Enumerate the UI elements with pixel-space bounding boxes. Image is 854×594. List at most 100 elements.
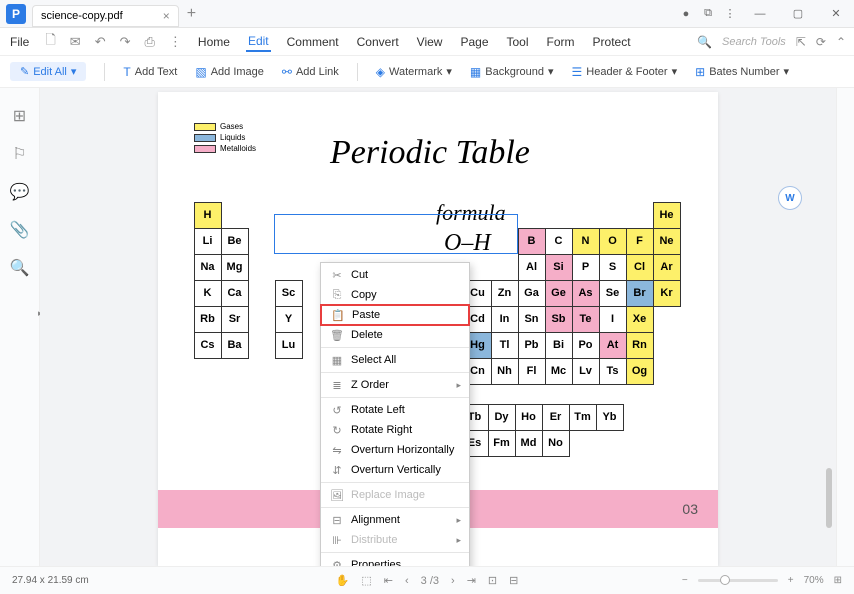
flip-h-icon: ⇋ — [329, 444, 345, 457]
menu-tool[interactable]: Tool — [505, 33, 531, 51]
share-icon[interactable]: ⧉ — [698, 2, 718, 26]
mail-icon[interactable]: ✉ — [70, 34, 81, 50]
element-empty — [275, 202, 303, 229]
element-Fm: Fm — [488, 430, 516, 457]
element-Al: Al — [518, 254, 546, 281]
menu-overflow-icon[interactable]: ⋮ — [720, 2, 740, 26]
view-mode-icon[interactable]: ⊞ — [834, 575, 842, 586]
menu-comment[interactable]: Comment — [285, 33, 341, 51]
search-input[interactable]: Search Tools — [722, 36, 786, 48]
ctx-delete-label: Delete — [351, 329, 383, 341]
zoom-value[interactable]: 70% — [804, 575, 824, 586]
next-page-icon[interactable]: › — [451, 575, 455, 587]
cloud-icon[interactable]: ⟳ — [816, 35, 826, 49]
redo-icon[interactable]: ↷ — [120, 34, 131, 50]
background-button[interactable]: ▦Background▾ — [470, 65, 554, 79]
tab-add-icon[interactable]: + — [187, 5, 196, 23]
hand-tool-icon[interactable]: ✋ — [336, 574, 350, 587]
element-empty — [275, 358, 303, 385]
element-Sr: Sr — [221, 306, 249, 333]
thumbnails-icon[interactable]: ⊞ — [13, 106, 26, 126]
menu-edit[interactable]: Edit — [246, 32, 271, 52]
element-S: S — [599, 254, 627, 281]
prev-page-icon[interactable]: ‹ — [405, 575, 409, 587]
word-badge-icon[interactable]: W — [778, 186, 802, 210]
element-empty — [248, 332, 276, 359]
vertical-scrollbar[interactable] — [826, 468, 832, 528]
element-empty — [653, 332, 681, 359]
rotate-right-icon: ↻ — [329, 424, 345, 437]
element-Ca: Ca — [221, 280, 249, 307]
ctx-overturn-v[interactable]: ⇵Overturn Vertically — [321, 460, 469, 480]
element-empty — [329, 202, 357, 229]
element-empty — [248, 228, 276, 255]
ctx-rotate-right-label: Rotate Right — [351, 424, 412, 436]
open-external-icon[interactable]: ⇱ — [796, 35, 806, 49]
select-tool-icon[interactable]: ⬚ — [361, 574, 371, 587]
print-icon[interactable]: ⎙ — [145, 34, 155, 50]
page-field[interactable]: 3 /3 — [421, 575, 439, 587]
element-Po: Po — [572, 332, 600, 359]
ctx-alignment[interactable]: ⊟Alignment▸ — [321, 510, 469, 530]
header-footer-button[interactable]: ☰Header & Footer▾ — [572, 65, 678, 79]
menu-form[interactable]: Form — [545, 33, 577, 51]
separator — [321, 347, 469, 348]
attachments-icon[interactable]: 📎 — [10, 220, 30, 240]
fit-page-icon[interactable]: ⊡ — [488, 574, 497, 587]
zoom-thumb[interactable] — [720, 575, 730, 585]
ctx-cut[interactable]: ✂Cut — [321, 265, 469, 285]
edit-all-button[interactable]: ✎Edit All▾ — [10, 62, 86, 81]
ctx-copy[interactable]: ⎘Copy — [321, 285, 469, 305]
menu-convert[interactable]: Convert — [355, 33, 401, 51]
search-icon[interactable]: 🔍 — [697, 35, 712, 49]
menu-protect[interactable]: Protect — [591, 33, 633, 51]
maximize-button[interactable]: ▢ — [780, 2, 816, 26]
add-text-button[interactable]: TAdd Text — [123, 65, 177, 79]
ctx-z-order[interactable]: ≣Z Order▸ — [321, 375, 469, 395]
undo-icon[interactable]: ↶ — [95, 34, 106, 50]
add-image-button[interactable]: ▧Add Image — [195, 65, 264, 79]
menu-page[interactable]: Page — [458, 33, 490, 51]
document-tab[interactable]: science-copy.pdf × — [32, 5, 179, 27]
zoom-in-icon[interactable]: + — [788, 575, 794, 586]
tab-close-icon[interactable]: × — [163, 9, 170, 23]
ctx-paste[interactable]: 📋Paste — [320, 304, 470, 326]
bates-button[interactable]: ⊞Bates Number▾ — [695, 65, 789, 79]
element-Tl: Tl — [491, 332, 519, 359]
menu-view[interactable]: View — [415, 33, 445, 51]
ctx-select-all[interactable]: ▦Select All — [321, 350, 469, 370]
zoom-slider[interactable] — [698, 579, 778, 582]
menu-file[interactable]: File — [8, 33, 31, 51]
menu-home[interactable]: Home — [196, 33, 232, 51]
legend-label-metalloids: Metalloids — [220, 144, 256, 153]
ctx-rotate-left[interactable]: ↺Rotate Left — [321, 400, 469, 420]
sidebar-right — [836, 88, 854, 566]
bookmarks-icon[interactable]: ⚐ — [12, 144, 26, 164]
minimize-button[interactable]: — — [742, 2, 778, 26]
comments-icon[interactable]: 💬 — [10, 182, 30, 202]
add-link-button[interactable]: ⚯Add Link — [282, 65, 339, 79]
zoom-out-icon[interactable]: − — [682, 575, 688, 586]
ctx-delete[interactable]: 🗑Delete — [321, 325, 469, 345]
fit-width-icon[interactable]: ⊟ — [509, 574, 518, 587]
element-Ar: Ar — [653, 254, 681, 281]
element-I: I — [599, 306, 627, 333]
search-panel-icon[interactable]: 🔍 — [10, 258, 30, 278]
save-icon[interactable]: 🗋 — [45, 31, 55, 53]
element-Cs: Cs — [194, 332, 222, 359]
close-button[interactable]: ✕ — [818, 2, 854, 26]
collapse-ribbon-icon[interactable]: ⌃ — [836, 35, 846, 49]
premium-icon[interactable]: ● — [676, 2, 696, 26]
ctx-properties[interactable]: ⚙Properties — [321, 555, 469, 566]
first-page-icon[interactable]: ⇤ — [384, 574, 393, 587]
element-Be: Be — [221, 228, 249, 255]
more-icon[interactable]: ⋮ — [169, 34, 182, 50]
ctx-overturn-h[interactable]: ⇋Overturn Horizontally — [321, 440, 469, 460]
distribute-icon: ⊪ — [329, 534, 345, 547]
ctx-rotate-right[interactable]: ↻ Rotate Right — [321, 420, 469, 440]
element-empty — [464, 228, 492, 255]
watermark-button[interactable]: ◈Watermark▾ — [376, 65, 452, 79]
align-icon: ⊟ — [329, 514, 345, 527]
last-page-icon[interactable]: ⇥ — [467, 574, 476, 587]
element-empty — [221, 202, 249, 229]
